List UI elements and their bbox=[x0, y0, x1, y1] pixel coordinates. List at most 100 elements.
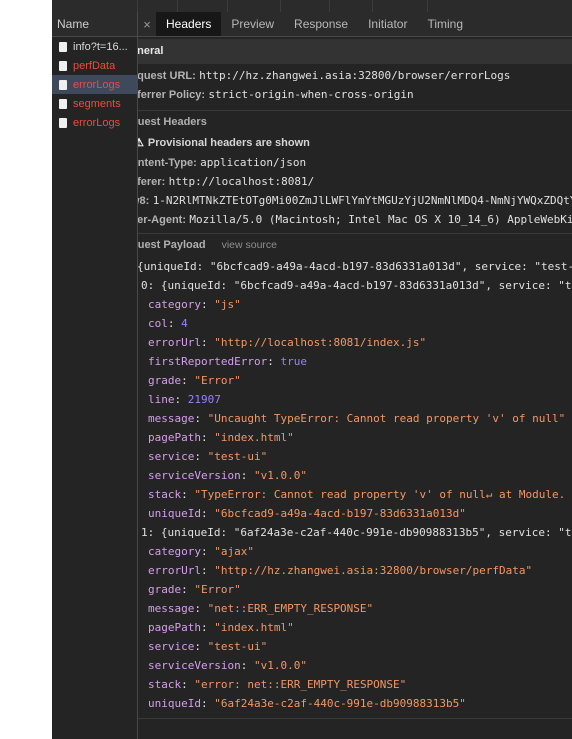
payload-property-grade: grade: "Error" bbox=[148, 374, 241, 387]
payload-property-service: service: "test-ui" bbox=[148, 450, 268, 463]
request-url-value: http://hz.zhangwei.asia:32800/browser/er… bbox=[199, 69, 511, 82]
details-tabbar: × Headers Preview Response Initiator Tim… bbox=[138, 12, 572, 37]
payload-property-stack: stack: "error: net::ERR_EMPTY_RESPONSE" bbox=[148, 678, 407, 691]
payload-property-stack: stack: "TypeError: Cannot read property … bbox=[148, 488, 566, 501]
tab-preview[interactable]: Preview bbox=[221, 12, 284, 36]
request-headers-title[interactable]: quest Headers bbox=[138, 111, 572, 134]
request-list-header[interactable]: Name bbox=[52, 12, 137, 37]
payload-key: service bbox=[148, 450, 195, 463]
payload-summary[interactable]: {uniqueId: "6bcfcad9-a49a-4acd-b197-83d6… bbox=[138, 257, 572, 276]
payload-key: pagePath bbox=[148, 431, 201, 444]
payload-key: serviceVersion bbox=[148, 469, 241, 482]
payload-property-errorUrl: errorUrl: "http://hz.zhangwei.asia:32800… bbox=[148, 564, 533, 577]
payload-value: "index.html" bbox=[214, 621, 294, 634]
devtools-window: Name info?t=16... perfData errorLogs segmen… bbox=[52, 0, 572, 739]
payload-property-pagePath: pagePath: "index.html" bbox=[148, 621, 294, 634]
content-type-key: ontent-Type: bbox=[138, 157, 197, 169]
payload-key: firstReportedError bbox=[148, 355, 268, 368]
tab-response[interactable]: Response bbox=[284, 12, 358, 36]
file-icon bbox=[59, 98, 67, 109]
payload-key: category bbox=[148, 298, 201, 311]
request-item[interactable]: perfData bbox=[52, 56, 137, 75]
referrer-policy-value: strict-origin-when-cross-origin bbox=[208, 88, 414, 101]
payload-property-pagePath: pagePath: "index.html" bbox=[148, 431, 294, 444]
payload-key: grade bbox=[148, 374, 182, 387]
payload-value: "v1.0.0" bbox=[253, 659, 307, 672]
payload-value: "index.html" bbox=[214, 431, 294, 444]
provisional-warning: ⚠ Provisional headers are shown bbox=[138, 134, 572, 153]
payload-value: "net::ERR_EMPTY_RESPONSE" bbox=[207, 602, 374, 615]
sw8-value: 1-N2RlMTNkZTEtOTg0Mi00ZmJlLWFlYmYtMGUzYj… bbox=[152, 194, 572, 207]
request-payload-title: quest Payload view source bbox=[138, 234, 572, 257]
request-item-name: errorLogs bbox=[73, 116, 121, 129]
payload-value: 21907 bbox=[187, 393, 221, 406]
payload-item-0-summary[interactable]: 0: {uniqueId: "6bcfcad9-a49a-4acd-b197-8… bbox=[138, 276, 572, 295]
referrer-policy-row: eferrer Policy: strict-origin-when-cross… bbox=[138, 85, 572, 104]
payload-key: message bbox=[148, 412, 195, 425]
section-divider bbox=[138, 718, 572, 719]
payload-value: 4 bbox=[181, 317, 188, 330]
payload-property-uniqueId: uniqueId: "6af24a3e-c2af-440c-991e-db909… bbox=[148, 697, 466, 710]
request-item[interactable]: segments bbox=[52, 94, 137, 113]
request-item-name: info?t=16... bbox=[73, 40, 128, 53]
payload-value: "test-ui" bbox=[207, 640, 268, 653]
payload-key: service bbox=[148, 640, 195, 653]
referer-value: http://localhost:8081/ bbox=[168, 175, 315, 188]
request-url-key: equest URL: bbox=[138, 70, 196, 82]
payload-property-service: service: "test-ui" bbox=[148, 640, 268, 653]
close-icon[interactable]: × bbox=[138, 12, 156, 36]
general-section-title[interactable]: eneral bbox=[138, 39, 572, 64]
tab-headers[interactable]: Headers bbox=[156, 12, 222, 36]
payload-property-grade: grade: "Error" bbox=[148, 583, 241, 596]
payload-value: "Error" bbox=[194, 583, 241, 596]
payload-key: col bbox=[148, 317, 168, 330]
request-item[interactable]: info?t=16... bbox=[52, 37, 137, 56]
request-list: Name info?t=16... perfData errorLogs segmen… bbox=[52, 12, 138, 739]
payload-value: "6af24a3e-c2af-440c-991e-db90988313b5" bbox=[214, 697, 466, 710]
user-agent-value: Mozilla/5.0 (Macintosh; Intel Mac OS X 1… bbox=[189, 213, 572, 226]
request-payload-label[interactable]: quest Payload bbox=[138, 239, 206, 251]
payload-key: message bbox=[148, 602, 195, 615]
content-type-row: ontent-Type: application/json bbox=[138, 153, 572, 172]
user-agent-key: ser-Agent: bbox=[138, 214, 187, 226]
file-icon bbox=[59, 79, 67, 90]
request-item-name: segments bbox=[73, 97, 121, 110]
request-item[interactable]: errorLogs bbox=[52, 113, 137, 132]
payload-key: errorUrl bbox=[148, 564, 201, 577]
referer-row: eferer: http://localhost:8081/ bbox=[138, 172, 572, 191]
payload-value: "test-ui" bbox=[207, 450, 268, 463]
payload-value: "http://hz.zhangwei.asia:32800/browser/p… bbox=[214, 564, 533, 577]
payload-property-category: category: "ajax" bbox=[148, 545, 254, 558]
request-url-row: equest URL: http://hz.zhangwei.asia:3280… bbox=[138, 66, 572, 85]
payload-value: true bbox=[280, 355, 307, 368]
payload-value: "TypeError: Cannot read property 'v' of … bbox=[194, 488, 566, 501]
payload-value: "error: net::ERR_EMPTY_RESPONSE" bbox=[194, 678, 407, 691]
payload-value: "v1.0.0" bbox=[253, 469, 307, 482]
file-icon bbox=[59, 41, 67, 52]
tab-timing[interactable]: Timing bbox=[417, 12, 473, 36]
payload-key: grade bbox=[148, 583, 182, 596]
warning-icon: ⚠ bbox=[138, 137, 144, 149]
payload-key: stack bbox=[148, 488, 182, 501]
sw8-row: w8: 1-N2RlMTNkZTEtOTg0Mi00ZmJlLWFlYmYtMG… bbox=[138, 191, 572, 210]
payload-item-1-summary[interactable]: 1: {uniqueId: "6af24a3e-c2af-440c-991e-d… bbox=[138, 523, 572, 542]
payload-property-uniqueId: uniqueId: "6bcfcad9-a49a-4acd-b197-83d63… bbox=[148, 507, 466, 520]
request-item[interactable]: errorLogs bbox=[52, 75, 137, 94]
request-item-name: errorLogs bbox=[73, 78, 121, 91]
payload-property-line: line: 21907 bbox=[148, 393, 221, 406]
payload-key: errorUrl bbox=[148, 336, 201, 349]
payload-value: "http://localhost:8081/index.js" bbox=[214, 336, 427, 349]
request-item-name: perfData bbox=[73, 59, 116, 72]
payload-property-serviceVersion: serviceVersion: "v1.0.0" bbox=[148, 469, 307, 482]
payload-key: uniqueId bbox=[148, 697, 201, 710]
payload-key: category bbox=[148, 545, 201, 558]
payload-property-serviceVersion: serviceVersion: "v1.0.0" bbox=[148, 659, 307, 672]
view-source-link[interactable]: view source bbox=[222, 239, 277, 251]
headers-content: eneral equest URL: http://hz.zhangwei.as… bbox=[138, 39, 572, 719]
tab-initiator[interactable]: Initiator bbox=[358, 12, 417, 36]
payload-value: "Error" bbox=[194, 374, 241, 387]
payload-property-errorUrl: errorUrl: "http://localhost:8081/index.j… bbox=[148, 336, 427, 349]
file-icon bbox=[59, 117, 67, 128]
payload-key: line bbox=[148, 393, 175, 406]
payload-property-message: message: "Uncaught TypeError: Cannot rea… bbox=[148, 412, 566, 425]
